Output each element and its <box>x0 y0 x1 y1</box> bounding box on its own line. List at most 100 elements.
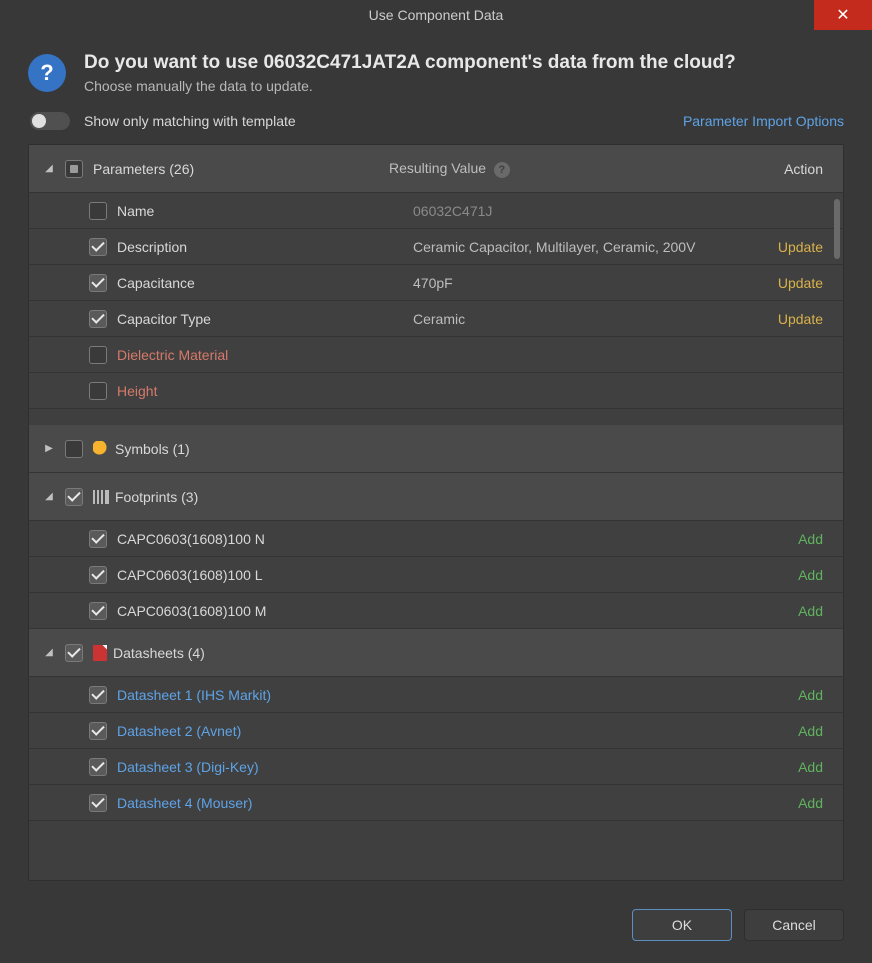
checkbox-footprint[interactable] <box>89 566 107 584</box>
parameter-import-options-link[interactable]: Parameter Import Options <box>683 113 844 129</box>
checkbox-datasheet[interactable] <box>89 686 107 704</box>
footprint-action[interactable]: Add <box>743 603 823 619</box>
datasheet-link[interactable]: Datasheet 4 (Mouser) <box>117 795 252 811</box>
column-action-header: Action <box>743 161 823 177</box>
datasheet-link[interactable]: Datasheet 2 (Avnet) <box>117 723 241 739</box>
footprint-name: CAPC0603(1608)100 M <box>117 603 413 619</box>
footer: OK Cancel <box>0 891 872 963</box>
footprint-action[interactable]: Add <box>743 531 823 547</box>
datasheet-link[interactable]: Datasheet 1 (IHS Markit) <box>117 687 271 703</box>
subheading: Choose manually the data to update. <box>84 78 736 94</box>
datasheet-row: Datasheet 4 (Mouser) Add <box>29 785 843 821</box>
content: ? Do you want to use 06032C471JAT2A comp… <box>0 30 872 891</box>
expand-footprints[interactable] <box>29 491 57 502</box>
datasheet-action[interactable]: Add <box>743 759 823 775</box>
checkbox-parameter[interactable] <box>89 346 107 364</box>
footprint-name: CAPC0603(1608)100 L <box>117 567 413 583</box>
expand-datasheets[interactable] <box>29 647 57 658</box>
scrollbar[interactable] <box>834 199 840 259</box>
close-icon: ✕ <box>836 5 849 25</box>
rows: Parameters (26) Resulting Value ? Action… <box>29 145 843 880</box>
pdf-icon <box>93 645 107 661</box>
footprint-row: CAPC0603(1608)100 L Add <box>29 557 843 593</box>
ok-button[interactable]: OK <box>632 909 732 941</box>
parameter-name: Capacitor Type <box>117 311 413 327</box>
parameter-row: Capacitance470pFUpdate <box>29 265 843 301</box>
footprint-name: CAPC0603(1608)100 N <box>117 531 413 547</box>
heading: Do you want to use 06032C471JAT2A compon… <box>84 52 736 74</box>
datasheet-action[interactable]: Add <box>743 723 823 739</box>
checkbox-parameter[interactable] <box>89 382 107 400</box>
section-symbols-label: Symbols (1) <box>115 441 411 457</box>
footprint-icon <box>93 490 109 504</box>
parameter-value: 06032C471J <box>413 203 743 219</box>
parameter-value: Ceramic Capacitor, Multilayer, Ceramic, … <box>413 239 743 255</box>
parameter-action[interactable]: Update <box>743 311 823 327</box>
expand-symbols[interactable] <box>29 443 57 454</box>
section-datasheets-label: Datasheets (4) <box>113 645 409 661</box>
footprint-action[interactable]: Add <box>743 567 823 583</box>
column-value-header: Resulting Value ? <box>389 160 743 178</box>
checkbox-footprint[interactable] <box>89 530 107 548</box>
section-parameters-label: Parameters (26) <box>93 161 389 177</box>
datasheet-name: Datasheet 4 (Mouser) <box>117 795 413 811</box>
parameter-name: Capacitance <box>117 275 413 291</box>
spacer <box>29 409 843 425</box>
checkbox-parameters-all[interactable] <box>65 160 83 178</box>
options-row: Show only matching with template Paramet… <box>28 112 844 130</box>
checkbox-parameter[interactable] <box>89 274 107 292</box>
footprint-row: CAPC0603(1608)100 N Add <box>29 521 843 557</box>
parameter-name: Description <box>117 239 413 255</box>
dialog: Use Component Data ✕ ? Do you want to us… <box>0 0 872 963</box>
toggle-wrap: Show only matching with template <box>30 112 296 130</box>
expand-parameters[interactable] <box>29 163 57 174</box>
checkbox-footprint[interactable] <box>89 602 107 620</box>
window-title: Use Component Data <box>369 7 504 23</box>
checkbox-parameter[interactable] <box>89 202 107 220</box>
footprint-row: CAPC0603(1608)100 M Add <box>29 593 843 629</box>
checkbox-symbols-all[interactable] <box>65 440 83 458</box>
parameter-name: Height <box>117 383 413 399</box>
parameter-row: Dielectric Material <box>29 337 843 373</box>
datasheet-action[interactable]: Add <box>743 687 823 703</box>
template-filter-toggle[interactable] <box>30 112 70 130</box>
datasheet-row: Datasheet 2 (Avnet) Add <box>29 713 843 749</box>
parameter-value: 470pF <box>413 275 743 291</box>
checkbox-footprints-all[interactable] <box>65 488 83 506</box>
checkbox-datasheet[interactable] <box>89 794 107 812</box>
checkbox-datasheets-all[interactable] <box>65 644 83 662</box>
help-icon[interactable]: ? <box>494 162 510 178</box>
datasheet-name: Datasheet 1 (IHS Markit) <box>117 687 413 703</box>
section-footprints-label: Footprints (3) <box>115 489 411 505</box>
checkbox-parameter[interactable] <box>89 310 107 328</box>
close-button[interactable]: ✕ <box>814 0 872 30</box>
parameter-row: DescriptionCeramic Capacitor, Multilayer… <box>29 229 843 265</box>
cancel-button[interactable]: Cancel <box>744 909 844 941</box>
datasheet-row: Datasheet 1 (IHS Markit) Add <box>29 677 843 713</box>
checkbox-datasheet[interactable] <box>89 758 107 776</box>
parameter-row: Capacitor TypeCeramicUpdate <box>29 301 843 337</box>
parameter-row: Name06032C471J <box>29 193 843 229</box>
parameter-action[interactable]: Update <box>743 275 823 291</box>
toggle-label: Show only matching with template <box>84 113 296 129</box>
checkbox-parameter[interactable] <box>89 238 107 256</box>
checkbox-datasheet[interactable] <box>89 722 107 740</box>
section-symbols-header: Symbols (1) <box>29 425 843 473</box>
intro-text: Do you want to use 06032C471JAT2A compon… <box>84 52 736 94</box>
section-parameters-header: Parameters (26) Resulting Value ? Action <box>29 145 843 193</box>
parameter-row: Height <box>29 373 843 409</box>
data-grid: Parameters (26) Resulting Value ? Action… <box>28 144 844 881</box>
datasheet-row: Datasheet 3 (Digi-Key) Add <box>29 749 843 785</box>
parameter-name: Dielectric Material <box>117 347 413 363</box>
intro: ? Do you want to use 06032C471JAT2A comp… <box>28 52 844 94</box>
section-footprints-header: Footprints (3) <box>29 473 843 521</box>
question-icon: ? <box>28 54 66 92</box>
datasheet-name: Datasheet 3 (Digi-Key) <box>117 759 413 775</box>
titlebar: Use Component Data ✕ <box>0 0 872 30</box>
datasheet-action[interactable]: Add <box>743 795 823 811</box>
symbol-icon <box>93 441 109 457</box>
parameter-action[interactable]: Update <box>743 239 823 255</box>
parameter-value: Ceramic <box>413 311 743 327</box>
datasheet-link[interactable]: Datasheet 3 (Digi-Key) <box>117 759 259 775</box>
datasheet-name: Datasheet 2 (Avnet) <box>117 723 413 739</box>
